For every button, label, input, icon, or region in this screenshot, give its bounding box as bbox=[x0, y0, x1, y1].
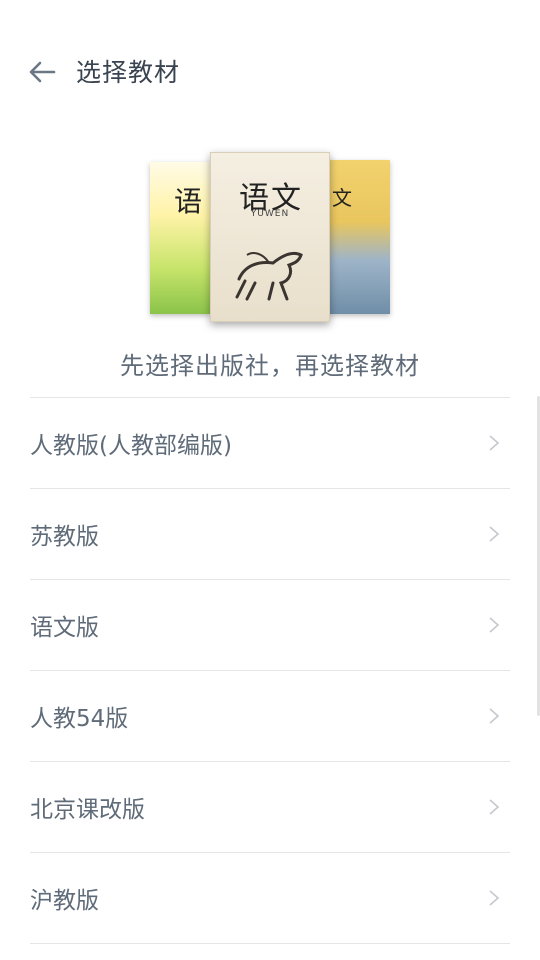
cover-left-char: 语 bbox=[174, 185, 203, 218]
chevron-right-icon bbox=[489, 799, 500, 815]
chevron-right-icon bbox=[489, 435, 500, 451]
chevron-right-icon bbox=[489, 526, 500, 542]
instruction-text: 先选择出版社，再选择教材 bbox=[120, 352, 420, 380]
textbook-cover-left: 语 bbox=[150, 162, 210, 314]
publisher-item[interactable]: 人教54版 bbox=[30, 671, 510, 762]
cover-center-subtitle: YUWEN bbox=[250, 209, 290, 219]
header: 选择教材 bbox=[0, 40, 540, 104]
publisher-item[interactable]: 语文版 bbox=[30, 580, 510, 671]
arrow-left-icon bbox=[29, 61, 56, 83]
publisher-label: 北京课改版 bbox=[30, 797, 145, 823]
textbook-covers-illustration: 语 语文 YUWEN 文 bbox=[150, 150, 390, 325]
publisher-item[interactable]: 北京课改版 bbox=[30, 762, 510, 853]
publisher-label: 人教版(人教部编版) bbox=[30, 433, 232, 459]
publisher-list: 人教版(人教部编版) 苏教版 语文版 人教54版 北京课改版 沪教版 bbox=[30, 397, 510, 944]
chevron-right-icon bbox=[489, 617, 500, 633]
publisher-item[interactable]: 沪教版 bbox=[30, 853, 510, 944]
publisher-label: 苏教版 bbox=[30, 524, 99, 550]
textbook-cover-right: 文 bbox=[328, 160, 390, 314]
publisher-label: 语文版 bbox=[30, 615, 99, 641]
back-button[interactable] bbox=[24, 54, 60, 90]
chevron-right-icon bbox=[489, 890, 500, 906]
horse-illustration bbox=[235, 251, 303, 301]
cover-right-char: 文 bbox=[332, 186, 352, 210]
publisher-item[interactable]: 苏教版 bbox=[30, 489, 510, 580]
publisher-label: 沪教版 bbox=[30, 888, 99, 914]
publisher-item[interactable]: 人教版(人教部编版) bbox=[30, 398, 510, 489]
textbook-cover-center: 语文 YUWEN bbox=[210, 152, 330, 322]
page-title: 选择教材 bbox=[76, 58, 181, 87]
chevron-right-icon bbox=[489, 708, 500, 724]
publisher-label: 人教54版 bbox=[30, 706, 129, 732]
